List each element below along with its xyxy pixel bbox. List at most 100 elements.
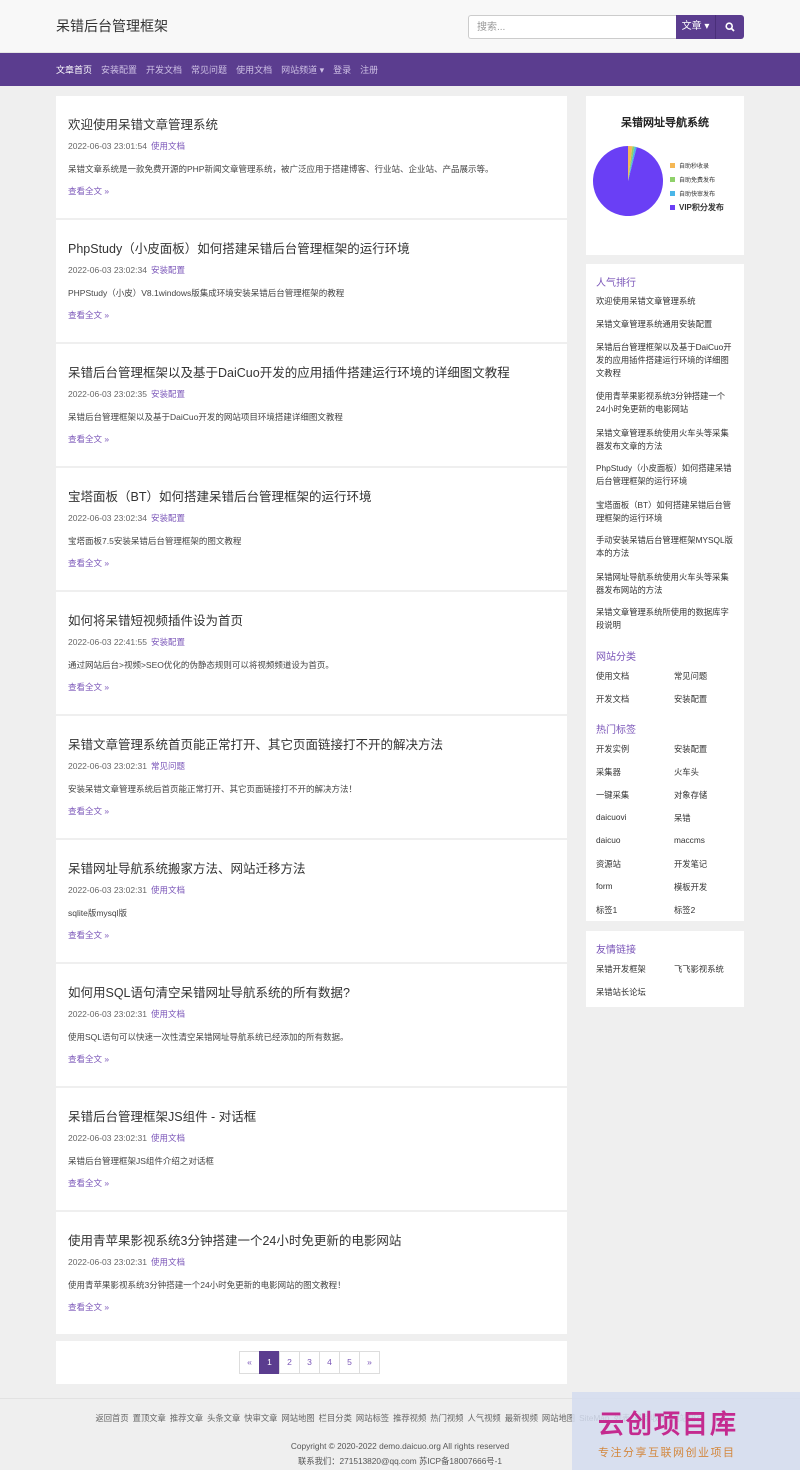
article-title[interactable]: 呆错网址导航系统搬家方法、网站迁移方法 [68,858,306,877]
footer-link[interactable]: 置顶文章 [133,1413,166,1423]
article-title[interactable]: 呆错后台管理框架以及基于DaiCuo开发的应用插件搭建运行环境的详细图文教程 [68,362,510,381]
page-link[interactable]: » [359,1351,380,1374]
article-category-link[interactable]: 安装配置 [151,265,185,275]
article-title[interactable]: 宝塔面板（BT）如何搭建呆错后台管理框架的运行环境 [68,486,371,505]
article-title[interactable]: 呆错文章管理系统首页能正常打开、其它页面链接打不开的解决方法 [68,734,443,753]
tag-link[interactable]: 安装配置 [674,743,707,755]
caret-down-icon: ▾ [704,21,710,32]
legend-item: 自助快审发布 [670,186,724,200]
nav-item[interactable]: 使用文档 [236,63,272,76]
footer-link[interactable]: 最新视频 [505,1413,538,1423]
popular-item[interactable]: 呆错网址导航系统使用火车头等采集器发布网站的方法 [596,571,734,597]
read-more-link[interactable]: 查看全文 » [68,1177,109,1189]
nav-item[interactable]: 文章首页 [56,63,92,76]
footer-link[interactable]: 推荐视频 [393,1413,426,1423]
tag-link[interactable]: 采集器 [596,766,621,778]
read-more-link[interactable]: 查看全文 » [68,681,109,693]
read-more-link[interactable]: 查看全文 » [68,805,109,817]
read-more-link[interactable]: 查看全文 » [68,1053,109,1065]
footer-link[interactable]: 快审文章 [244,1413,277,1423]
read-more-link[interactable]: 查看全文 » [68,185,109,197]
nav-item[interactable]: 安装配置 [101,63,137,76]
tag-link[interactable]: maccms [674,835,705,845]
page-link[interactable]: 4 [319,1351,340,1374]
article-excerpt: 呆错后台管理框架以及基于DaiCuo开发的网站项目环境搭建详细图文教程 [68,412,343,422]
page-link[interactable]: 1 [259,1351,280,1374]
article-title[interactable]: 欢迎使用呆错文章管理系统 [68,114,218,133]
page-link[interactable]: « [239,1351,260,1374]
friend-link[interactable]: 飞飞影视系统 [674,963,724,975]
footer-link[interactable]: 头条文章 [207,1413,240,1423]
popular-item[interactable]: 欢迎使用呆错文章管理系统 [596,295,734,308]
article-category-link[interactable]: 安装配置 [151,637,185,647]
tag-link[interactable]: 开发笔记 [674,858,707,870]
article-title[interactable]: PhpStudy（小皮面板）如何搭建呆错后台管理框架的运行环境 [68,238,410,257]
article-title[interactable]: 如何将呆错短视频插件设为首页 [68,610,243,629]
footer-link[interactable]: 网站地图 [542,1413,575,1423]
tag-link[interactable]: 标签1 [596,904,617,916]
page-link[interactable]: 2 [279,1351,300,1374]
nav-item[interactable]: 登录 [333,63,351,76]
article-title[interactable]: 如何用SQL语句清空呆错网址导航系统的所有数据? [68,982,350,1001]
tag-link[interactable]: 开发实例 [596,743,629,755]
read-more-link[interactable]: 查看全文 » [68,433,109,445]
tag-link[interactable]: 一键采集 [596,789,629,801]
nav-item[interactable]: 开发文档 [146,63,182,76]
tag-link[interactable]: 资源站 [596,858,621,870]
nav-item[interactable]: 常见问题 [191,63,227,76]
popular-item[interactable]: 呆错后台管理框架以及基于DaiCuo开发的应用插件搭建运行环境的详细图文教程 [596,341,734,380]
search-input[interactable] [468,15,676,39]
footer-link[interactable]: 人气视频 [467,1413,500,1423]
footer-link[interactable]: 推荐文章 [170,1413,203,1423]
tag-link[interactable]: 对象存储 [674,789,707,801]
tag-link[interactable]: 火车头 [674,766,699,778]
nav-item[interactable]: 网站频道 ▾ [281,63,324,76]
category-link[interactable]: 常见问题 [674,670,707,682]
article-category-link[interactable]: 安装配置 [151,389,185,399]
tag-link[interactable]: form [596,881,613,891]
footer-link[interactable]: 网站标签 [356,1413,389,1423]
popular-item[interactable]: PhpStudy（小皮面板）如何搭建呆错后台管理框架的运行环境 [596,462,734,488]
category-link[interactable]: 安装配置 [674,693,707,705]
search-button[interactable] [716,15,744,39]
footer-link[interactable]: 网站地图 [281,1413,314,1423]
article-category-link[interactable]: 使用文档 [151,1009,185,1019]
tag-link[interactable]: daicuovi [596,812,626,822]
read-more-link[interactable]: 查看全文 » [68,929,109,941]
page-link[interactable]: 3 [299,1351,320,1374]
read-more-link[interactable]: 查看全文 » [68,557,109,569]
category-link[interactable]: 使用文档 [596,670,629,682]
article-category-link[interactable]: 常见问题 [151,761,185,771]
popular-item[interactable]: 呆错文章管理系统使用火车头等采集器发布文章的方法 [596,427,734,453]
popular-item[interactable]: 呆错文章管理系统所使用的数据库字段说明 [596,606,734,632]
popular-item[interactable]: 手动安装呆错后台管理框架MYSQL版本的方法 [596,534,734,560]
footer-link[interactable]: 返回首页 [95,1413,128,1423]
legend-item: VIP积分发布 [670,200,724,214]
popular-item[interactable]: 呆错文章管理系统通用安装配置 [596,318,734,331]
article-category-link[interactable]: 使用文档 [151,885,185,895]
read-more-link[interactable]: 查看全文 » [68,309,109,321]
site-brand[interactable]: 呆错后台管理框架 [56,16,168,36]
category-link[interactable]: 开发文档 [596,693,629,705]
nav-item[interactable]: 注册 [360,63,378,76]
tag-link[interactable]: 模板开发 [674,881,707,893]
search-type-dropdown[interactable]: 文章 ▾ [676,15,716,39]
tag-link[interactable]: 呆错 [674,812,691,824]
footer-link[interactable]: 热门视频 [430,1413,463,1423]
article-category-link[interactable]: 使用文档 [151,141,185,151]
article-title[interactable]: 使用青苹果影视系统3分钟搭建一个24小时免更新的电影网站 [68,1230,401,1249]
friend-link[interactable]: 呆错开发框架 [596,963,646,975]
page-link[interactable]: 5 [339,1351,360,1374]
article-category-link[interactable]: 安装配置 [151,513,185,523]
article-category-link[interactable]: 使用文档 [151,1257,185,1267]
article-excerpt: 使用SQL语句可以快速一次性清空呆错网址导航系统已经添加的所有数据。 [68,1032,349,1042]
article-category-link[interactable]: 使用文档 [151,1133,185,1143]
read-more-link[interactable]: 查看全文 » [68,1301,109,1313]
popular-item[interactable]: 宝塔面板（BT）如何搭建呆错后台管理框架的运行环境 [596,499,734,525]
friend-link[interactable]: 呆错站长论坛 [596,986,646,998]
popular-item[interactable]: 使用青苹果影视系统3分钟搭建一个24小时免更新的电影网站 [596,390,734,416]
footer-link[interactable]: 栏目分类 [319,1413,352,1423]
tag-link[interactable]: daicuo [596,835,620,845]
tag-link[interactable]: 标签2 [674,904,695,916]
article-title[interactable]: 呆错后台管理框架JS组件 - 对话框 [68,1106,256,1125]
